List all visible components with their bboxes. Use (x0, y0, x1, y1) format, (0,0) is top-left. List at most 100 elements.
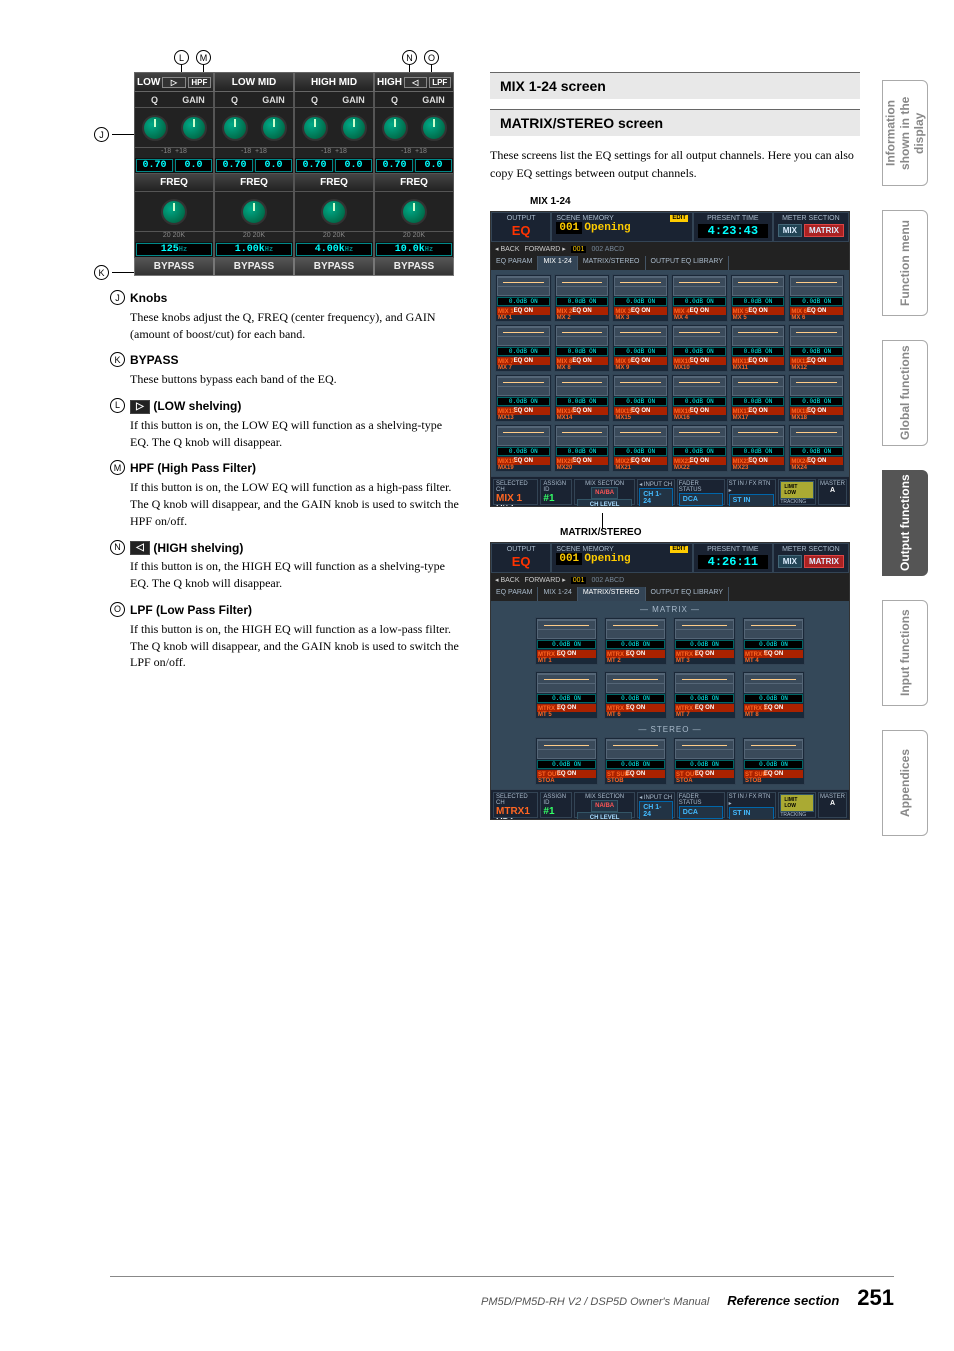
channel-cell[interactable]: 0.0dB ON EQ ON MIX 8MX 8 (554, 324, 611, 372)
channel-cell[interactable]: 0.0dB ON EQ ON MIX13MX13 (495, 374, 552, 422)
channel-cell[interactable]: 0.0dB ON EQ ON MIX 1MX 1 (495, 274, 552, 322)
reference-section-label: Reference section (727, 1293, 839, 1308)
gain-knob[interactable] (181, 115, 207, 141)
gain-value: 0.0 (335, 159, 372, 172)
manual-title: PM5D/PM5D-RH V2 / DSP5D Owner's Manual (481, 1296, 709, 1308)
desc-item: MHPF (High Pass Filter)If this button is… (110, 460, 460, 529)
channel-cell[interactable]: 0.0dB ON EQ ON MIX21MX21 (612, 424, 669, 472)
bypass-button[interactable]: BYPASS (294, 258, 374, 276)
callout-13: M (196, 50, 211, 65)
q-knob[interactable] (382, 115, 408, 141)
channel-cell[interactable]: 0.0dB ON EQ ON MIX16MX16 (671, 374, 728, 422)
channel-cell[interactable]: 0.0dB ON EQ ON ST SUBSTOB (604, 737, 667, 785)
channel-cell[interactable]: 0.0dB ON EQ ON MIX11MX11 (730, 324, 787, 372)
desc-item: KBYPASSThese buttons bypass each band of… (110, 352, 460, 388)
channel-cell[interactable]: 0.0dB ON EQ ON MIX23MX23 (730, 424, 787, 472)
channel-cell[interactable]: 0.0dB ON EQ ON MIX 3MX 3 (612, 274, 669, 322)
freq-knob[interactable] (401, 199, 427, 225)
channel-cell[interactable]: 0.0dB ON EQ ON ST OUTSTOA (673, 737, 736, 785)
channel-cell[interactable]: 0.0dB ON EQ ON MIX12MX12 (788, 324, 845, 372)
channel-cell[interactable]: 0.0dB ON EQ ON MIX14MX14 (554, 374, 611, 422)
callout-11: K (94, 265, 109, 280)
channel-cell[interactable]: 0.0dB ON EQ ON MIX22MX22 (671, 424, 728, 472)
side-tab[interactable]: Global functions (882, 340, 928, 446)
channel-cell[interactable]: 0.0dB ON EQ ON MIX 9MX 9 (612, 324, 669, 372)
channel-cell[interactable]: 0.0dB ON EQ ON MTRX 5MT 5 (535, 671, 598, 719)
gain-knob[interactable] (341, 115, 367, 141)
channel-cell[interactable]: 0.0dB ON EQ ON MIX 5MX 5 (730, 274, 787, 322)
freq-value: 4.00kHz (296, 243, 372, 256)
channel-cell[interactable]: 0.0dB ON EQ ON MTRX 2MT 2 (604, 617, 667, 665)
channel-cell[interactable]: 0.0dB ON EQ ON MIX 4MX 4 (671, 274, 728, 322)
intro-text: These screens list the EQ settings for a… (490, 146, 860, 182)
bypass-button[interactable]: BYPASS (374, 258, 454, 276)
side-tab[interactable]: Information shown in the display (882, 80, 928, 186)
desc-item: N◁ (HIGH shelving)If this button is on, … (110, 540, 460, 592)
side-tab[interactable]: Input functions (882, 600, 928, 706)
matrix-stereo-screenshot: OUTPUTEQ SCENE MEMORYEDIT 001 Opening PR… (490, 542, 850, 820)
q-value: 0.70 (216, 159, 253, 172)
shelving-icon: ◁ (130, 541, 150, 555)
gain-knob[interactable] (261, 115, 287, 141)
side-tab[interactable]: Appendices (882, 730, 928, 836)
channel-cell[interactable]: 0.0dB ON EQ ON MTRX 8MT 8 (742, 671, 805, 719)
freq-label: FREQ (214, 174, 294, 192)
eq-band-2: HIGH MIDQGAIN-18 +180.700.0FREQ20 20K4.0… (294, 72, 374, 276)
channel-cell[interactable]: 0.0dB ON EQ ON MIX17MX17 (730, 374, 787, 422)
channel-cell[interactable]: 0.0dB ON EQ ON ST SUBSTOB (742, 737, 805, 785)
q-value: 0.70 (376, 159, 413, 172)
q-knob[interactable] (222, 115, 248, 141)
channel-cell[interactable]: 0.0dB ON EQ ON MIX18MX18 (788, 374, 845, 422)
callout-14: N (402, 50, 417, 65)
channel-cell[interactable]: 0.0dB ON EQ ON MTRX 7MT 7 (673, 671, 736, 719)
channel-cell[interactable]: 0.0dB ON EQ ON MTRX 1MT 1 (535, 617, 598, 665)
channel-cell[interactable]: 0.0dB ON EQ ON MIX19MX19 (495, 424, 552, 472)
section-mix-1-24: MIX 1-24 screen (490, 72, 860, 99)
freq-value: 1.00kHz (216, 243, 292, 256)
eq-band-figure: L M N O J (134, 72, 454, 276)
channel-cell[interactable]: 0.0dB ON EQ ON MTRX 4MT 4 (742, 617, 805, 665)
freq-label: FREQ (134, 174, 214, 192)
callout-15: O (424, 50, 439, 65)
channel-cell[interactable]: 0.0dB ON EQ ON MIX24MX24 (788, 424, 845, 472)
freq-knob[interactable] (241, 199, 267, 225)
desc-item: OLPF (Low Pass Filter)If this button is … (110, 602, 460, 671)
channel-cell[interactable]: 0.0dB ON EQ ON MIX10MX10 (671, 324, 728, 372)
freq-value: 10.0kHz (376, 243, 452, 256)
eq-band-0: LOW▷HPFQGAIN-18 +180.700.0FREQ20 20K125H… (134, 72, 214, 276)
gain-value: 0.0 (175, 159, 212, 172)
mix-1-24-screenshot: OUTPUTEQ SCENE MEMORYEDIT 001 Opening PR… (490, 211, 850, 507)
page-footer: PM5D/PM5D-RH V2 / DSP5D Owner's Manual R… (110, 1276, 894, 1311)
channel-cell[interactable]: 0.0dB ON EQ ON MIX20MX20 (554, 424, 611, 472)
side-tab[interactable]: Output functions (882, 470, 928, 576)
side-tab[interactable]: Function menu (882, 210, 928, 316)
channel-cell[interactable]: 0.0dB ON EQ ON MIX 7MX 7 (495, 324, 552, 372)
channel-cell[interactable]: 0.0dB ON EQ ON MIX15MX15 (612, 374, 669, 422)
section-matrix-stereo: MATRIX/STEREO screen (490, 109, 860, 136)
channel-cell[interactable]: 0.0dB ON EQ ON MTRX 6MT 6 (604, 671, 667, 719)
desc-item: L▷ (LOW shelving)If this button is on, t… (110, 398, 460, 450)
shot1-label: MIX 1-24 (530, 196, 860, 207)
freq-value: 125Hz (136, 243, 212, 256)
eq-band-1: LOW MIDQGAIN-18 +180.700.0FREQ20 20K1.00… (214, 72, 294, 276)
bypass-button[interactable]: BYPASS (134, 258, 214, 276)
freq-label: FREQ (294, 174, 374, 192)
channel-cell[interactable]: 0.0dB ON EQ ON ST OUTSTOA (535, 737, 598, 785)
q-knob[interactable] (302, 115, 328, 141)
freq-knob[interactable] (161, 199, 187, 225)
desc-item: JKnobsThese knobs adjust the Q, FREQ (ce… (110, 290, 460, 342)
channel-cell[interactable]: 0.0dB ON EQ ON MIX 2MX 2 (554, 274, 611, 322)
gain-knob[interactable] (421, 115, 447, 141)
eq-band-3: HIGH◁LPFQGAIN-18 +180.700.0FREQ20 20K10.… (374, 72, 454, 276)
freq-knob[interactable] (321, 199, 347, 225)
channel-cell[interactable]: 0.0dB ON EQ ON MIX 6MX 6 (788, 274, 845, 322)
page-number: 251 (857, 1285, 894, 1311)
gain-value: 0.0 (255, 159, 292, 172)
shelving-icon: ▷ (130, 400, 150, 414)
bypass-button[interactable]: BYPASS (214, 258, 294, 276)
callout-12: L (174, 50, 189, 65)
callout-10: J (94, 127, 109, 142)
q-knob[interactable] (142, 115, 168, 141)
channel-cell[interactable]: 0.0dB ON EQ ON MTRX 3MT 3 (673, 617, 736, 665)
shot2-label: MATRIX/STEREO (560, 527, 860, 538)
